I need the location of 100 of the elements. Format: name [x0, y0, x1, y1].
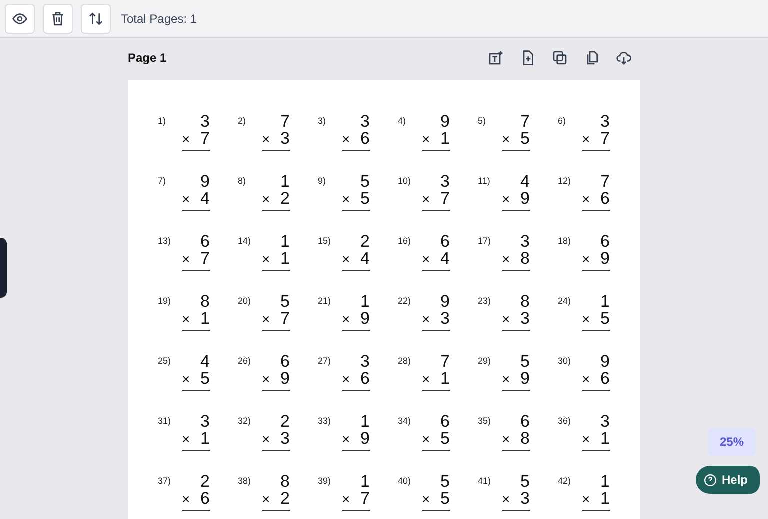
- bottom-number: 9: [360, 310, 370, 327]
- bottom-number: 1: [600, 430, 610, 447]
- bottom-number: 8: [520, 430, 530, 447]
- add-text-icon[interactable]: [488, 50, 504, 66]
- bottom-number: 7: [360, 490, 370, 507]
- problem-number: 30): [558, 355, 572, 368]
- problem-number: 3): [318, 115, 328, 128]
- problem-number: 17): [478, 235, 492, 248]
- top-number: 1: [280, 174, 290, 190]
- bottom-number: 1: [200, 430, 210, 447]
- bottom-number: 9: [600, 250, 610, 267]
- top-number: 6: [520, 414, 530, 430]
- bottom-number: 3: [280, 430, 290, 447]
- multiply-sign: ×: [422, 251, 430, 268]
- bottom-number: 5: [200, 370, 210, 387]
- multiply-sign: ×: [262, 431, 270, 448]
- bottom-number: 7: [440, 190, 450, 207]
- bottom-number: 5: [440, 430, 450, 447]
- multiply-sign: ×: [582, 191, 590, 208]
- eye-icon: [12, 10, 28, 26]
- top-number: 1: [280, 234, 290, 250]
- multiply-sign: ×: [262, 191, 270, 208]
- multiply-sign: ×: [182, 371, 190, 388]
- bottom-number: 1: [280, 250, 290, 267]
- total-pages-label: Total Pages: 1: [121, 12, 198, 26]
- problem-number: 6): [558, 115, 568, 128]
- top-number: 3: [520, 234, 530, 250]
- bottom-number: 6: [600, 370, 610, 387]
- top-number: 9: [440, 294, 450, 310]
- problem-number: 8): [238, 175, 248, 188]
- multiply-sign: ×: [182, 251, 190, 268]
- top-number: 9: [440, 114, 450, 130]
- top-number: 7: [600, 174, 610, 190]
- multiply-sign: ×: [262, 311, 270, 328]
- multiply-sign: ×: [342, 251, 350, 268]
- top-number: 2: [200, 474, 210, 490]
- multiply-sign: ×: [182, 191, 190, 208]
- problem-number: 1): [158, 115, 168, 128]
- bottom-number: 7: [200, 250, 210, 267]
- bottom-number: 4: [440, 250, 450, 267]
- top-number: 3: [200, 114, 210, 130]
- top-number: 5: [520, 474, 530, 490]
- problem-number: 21): [318, 295, 332, 308]
- multiply-sign: ×: [422, 491, 430, 508]
- problem-number: 22): [398, 295, 412, 308]
- top-number: 7: [440, 354, 450, 370]
- top-number: 4: [520, 174, 530, 190]
- duplicate-icon[interactable]: [552, 50, 568, 66]
- problem-number: 14): [238, 235, 252, 248]
- problem-number: 13): [158, 235, 172, 248]
- multiply-sign: ×: [182, 311, 190, 328]
- multiply-sign: ×: [502, 371, 510, 388]
- bottom-number: 3: [440, 310, 450, 327]
- help-button[interactable]: Help: [696, 466, 760, 494]
- top-number: 6: [440, 234, 450, 250]
- bottom-number: 8: [520, 250, 530, 267]
- top-number: 1: [360, 474, 370, 490]
- bottom-number: 4: [200, 190, 210, 207]
- problem-number: 32): [238, 415, 252, 428]
- bottom-number: 4: [360, 250, 370, 267]
- multiply-sign: ×: [502, 131, 510, 148]
- multiply-sign: ×: [422, 131, 430, 148]
- bottom-number: 3: [520, 490, 530, 507]
- top-number: 6: [600, 234, 610, 250]
- sort-button[interactable]: [81, 4, 111, 34]
- multiply-sign: ×: [262, 491, 270, 508]
- top-number: 3: [600, 114, 610, 130]
- problem-number: 20): [238, 295, 252, 308]
- cloud-download-icon[interactable]: [616, 50, 632, 66]
- multiply-sign: ×: [502, 491, 510, 508]
- problem-number: 35): [478, 415, 492, 428]
- top-number: 6: [200, 234, 210, 250]
- sort-arrows-icon: [88, 10, 104, 26]
- bottom-number: 5: [440, 490, 450, 507]
- bottom-number: 1: [440, 130, 450, 147]
- problem-number: 15): [318, 235, 332, 248]
- multiply-sign: ×: [262, 371, 270, 388]
- multiply-sign: ×: [582, 311, 590, 328]
- zoom-level-badge: 25%: [708, 428, 756, 456]
- top-number: 3: [440, 174, 450, 190]
- preview-button[interactable]: [5, 4, 35, 34]
- problem-number: 31): [158, 415, 172, 428]
- bottom-number: 1: [200, 310, 210, 327]
- top-number: 7: [520, 114, 530, 130]
- page-title: Page 1: [128, 51, 167, 65]
- multiply-sign: ×: [582, 371, 590, 388]
- problem-number: 24): [558, 295, 572, 308]
- delete-button[interactable]: [43, 4, 73, 34]
- bottom-number: 1: [600, 490, 610, 507]
- bottom-number: 3: [520, 310, 530, 327]
- bottom-number: 5: [600, 310, 610, 327]
- top-number: 3: [360, 354, 370, 370]
- problem-number: 12): [558, 175, 572, 188]
- bottom-number: 6: [600, 190, 610, 207]
- question-circle-icon: [704, 474, 717, 486]
- problem-number: 4): [398, 115, 408, 128]
- top-number: 1: [360, 294, 370, 310]
- top-number: 9: [600, 354, 610, 370]
- multiply-sign: ×: [342, 311, 350, 328]
- top-number: 8: [200, 294, 210, 310]
